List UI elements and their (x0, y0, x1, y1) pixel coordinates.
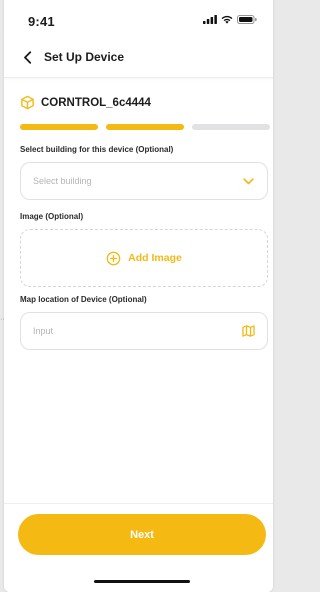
device-name: CORNTROL_6c4444 (41, 96, 151, 109)
nav-bar: Set Up Device (4, 36, 273, 78)
wifi-icon (221, 15, 233, 24)
chevron-left-icon (23, 50, 31, 64)
cube-icon (21, 95, 34, 110)
map-location-placeholder: Input (33, 326, 54, 336)
signal-icon (203, 15, 217, 24)
back-button[interactable] (18, 48, 36, 66)
add-image-label: Add Image (128, 252, 182, 264)
status-icons (203, 15, 257, 24)
status-bar: 9:41 (4, 0, 273, 36)
map-icon[interactable] (241, 324, 255, 338)
building-label: Select building for this device (Optiona… (20, 145, 174, 154)
map-location-label: Map location of Device (Optional) (20, 295, 147, 304)
phone-screen: 9:41 Set Up Device CORNTROL_6c4444 Selec… (4, 0, 273, 592)
next-button[interactable]: Next (18, 514, 266, 555)
progress-step (192, 124, 270, 130)
page-title: Set Up Device (44, 50, 125, 64)
add-image-button[interactable]: Add Image (20, 229, 268, 287)
progress-step (20, 124, 98, 130)
image-label: Image (Optional) (20, 212, 84, 221)
building-select[interactable]: Select building (20, 162, 268, 200)
home-indicator (94, 580, 190, 583)
chevron-down-icon (241, 174, 255, 188)
status-time: 9:41 (28, 14, 55, 29)
map-location-input[interactable]: Input (20, 312, 268, 350)
battery-icon (237, 15, 257, 24)
step-progress (20, 124, 270, 130)
progress-step (106, 124, 184, 130)
footer-bar: Next (4, 503, 273, 592)
plus-circle-icon (106, 251, 121, 265)
device-header: CORNTROL_6c4444 (20, 95, 151, 110)
building-placeholder: Select building (33, 176, 92, 186)
